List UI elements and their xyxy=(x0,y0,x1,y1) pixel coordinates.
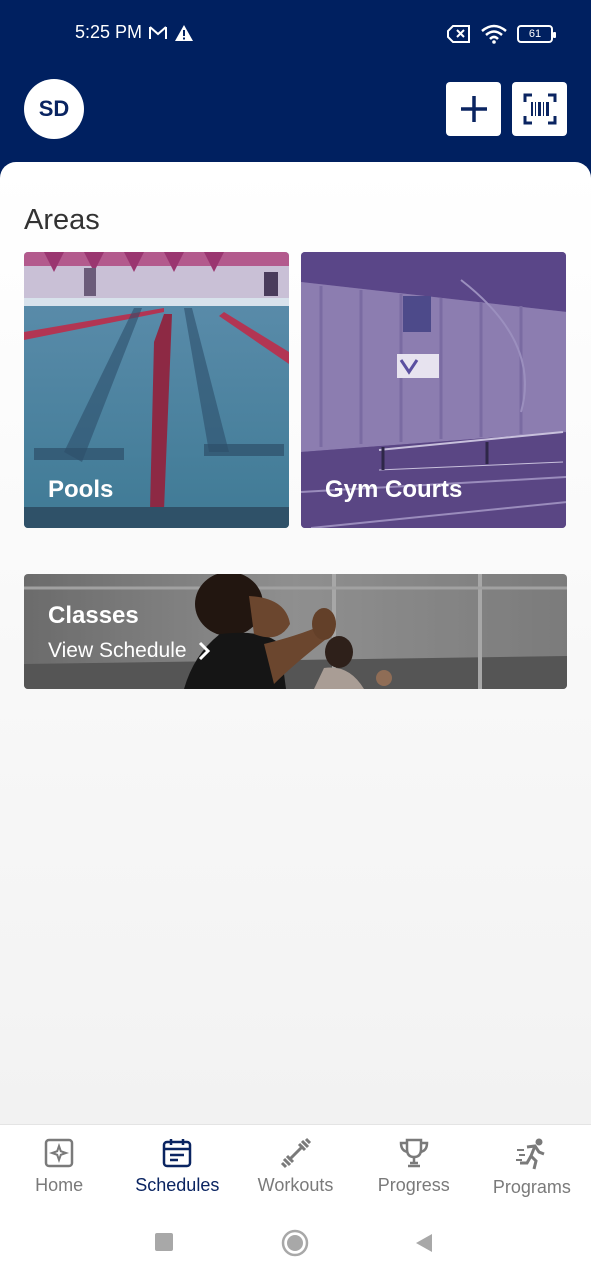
tab-home[interactable]: Home xyxy=(0,1125,118,1210)
battery-level: 61 xyxy=(528,28,542,40)
barcode-scan-icon xyxy=(523,93,556,125)
tab-programs[interactable]: Programs xyxy=(473,1125,591,1210)
classes-image xyxy=(24,574,567,689)
area-tile-gym-courts[interactable]: Gym Courts xyxy=(301,252,566,528)
plus-icon xyxy=(460,96,487,122)
status-time: 5:25 PM xyxy=(75,22,143,42)
classes-title: Classes xyxy=(48,602,139,629)
back-icon[interactable] xyxy=(414,1232,434,1254)
tab-progress[interactable]: Progress xyxy=(355,1125,473,1210)
avatar-initials: SD xyxy=(38,96,70,121)
tab-workouts[interactable]: Workouts xyxy=(236,1125,354,1210)
content-panel: Areas Pools Gym Courts Classes View Sche… xyxy=(0,162,591,1124)
bottom-tab-bar: Home Schedules Workouts Progress Program… xyxy=(0,1124,591,1210)
add-button[interactable] xyxy=(446,82,501,136)
area-tile-pools[interactable]: Pools xyxy=(24,252,289,528)
avatar[interactable]: SD xyxy=(24,79,84,139)
recents-icon[interactable] xyxy=(154,1232,174,1252)
tab-schedules[interactable]: Schedules xyxy=(118,1125,236,1210)
runner-icon xyxy=(515,1138,545,1170)
scan-barcode-button[interactable] xyxy=(512,82,567,136)
view-schedule-link[interactable]: View Schedule xyxy=(48,639,211,663)
view-schedule-label: View Schedule xyxy=(48,639,187,662)
wifi-icon xyxy=(481,24,507,44)
tab-label: Home xyxy=(35,1175,84,1195)
no-sim-icon xyxy=(447,25,470,43)
tab-label: Progress xyxy=(377,1175,450,1195)
system-nav-bar xyxy=(0,1210,591,1280)
tile-label: Gym Courts xyxy=(325,476,463,503)
gmail-icon xyxy=(149,26,167,39)
battery-indicator: 61 xyxy=(517,25,556,43)
status-bar: 5:25 PM 61 xyxy=(0,0,591,68)
dumbbell-icon xyxy=(280,1137,311,1169)
trophy-icon xyxy=(399,1138,428,1168)
chevron-right-icon xyxy=(198,641,210,661)
tile-label: Pools xyxy=(48,476,114,503)
tab-label: Programs xyxy=(492,1177,571,1197)
tab-label: Workouts xyxy=(257,1175,334,1195)
home-nav-icon[interactable] xyxy=(281,1229,309,1257)
home-icon xyxy=(44,1138,74,1168)
warning-icon xyxy=(175,25,193,41)
areas-title: Areas xyxy=(24,204,100,236)
calendar-icon xyxy=(163,1139,192,1168)
classes-card[interactable]: Classes View Schedule xyxy=(24,574,567,689)
tab-label: Schedules xyxy=(135,1175,220,1195)
